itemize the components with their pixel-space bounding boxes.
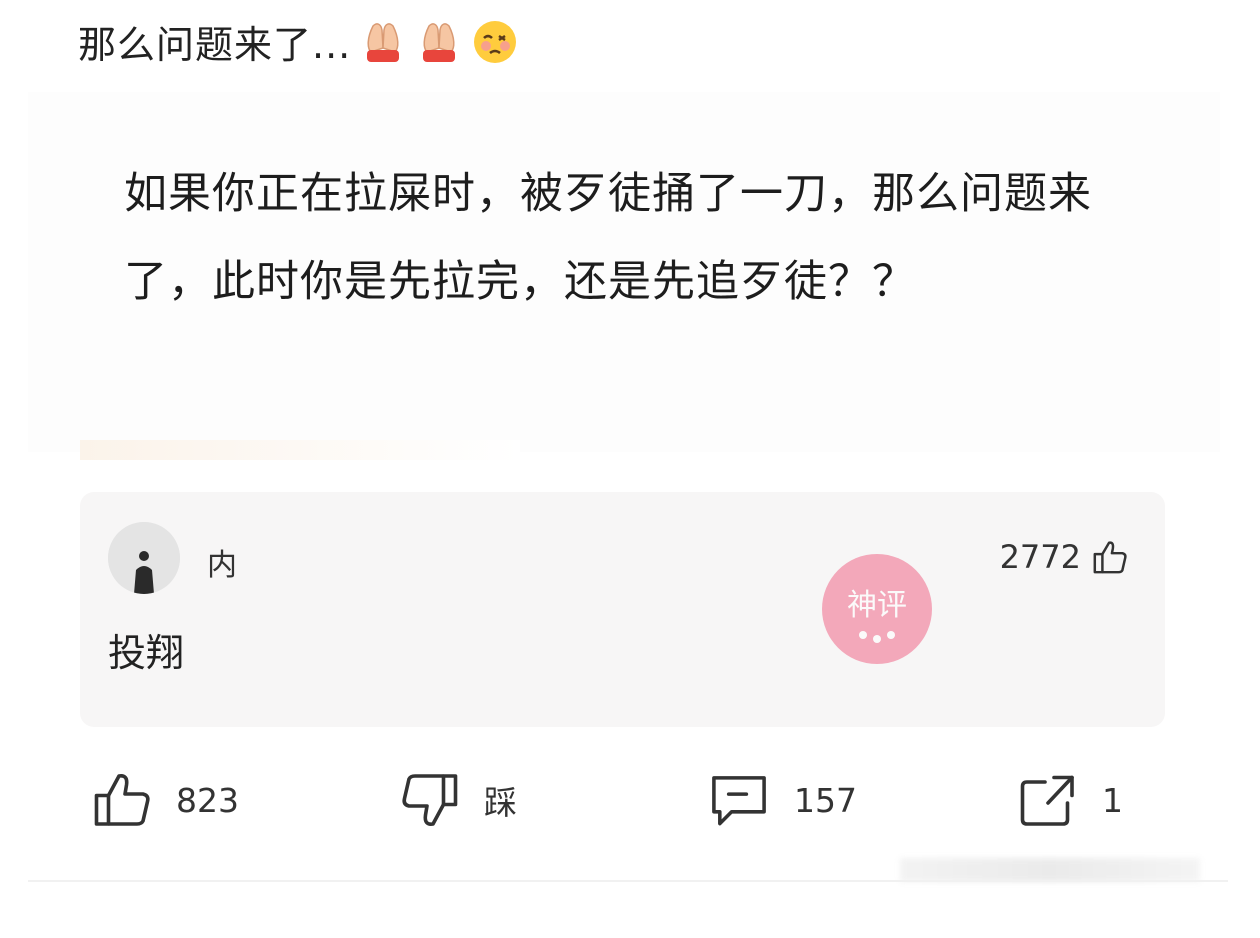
folded-hands-icon [415, 18, 463, 66]
comment-button[interactable]: 157 [708, 770, 857, 830]
title-emojis [359, 18, 519, 66]
dislike-label: 踩 [484, 783, 517, 822]
post-body: 如果你正在拉屎时，被歹徒捅了一刀，那么问题来了，此时你是先拉完，还是先追歹徒？？ [124, 169, 1092, 307]
stamp-text: 神评 [847, 588, 907, 623]
divider [80, 440, 520, 460]
divider [28, 880, 1228, 882]
comment-like-button[interactable]: 2772 [1000, 538, 1129, 576]
comment-text: 投翔 [108, 631, 185, 675]
post-title: 那么问题来了... [78, 14, 519, 69]
share-button[interactable]: 1 [1018, 770, 1123, 830]
comment-like-count: 2772 [999, 538, 1081, 576]
blurred-watermark [900, 858, 1200, 882]
woozy-face-icon [471, 18, 519, 66]
comment-count: 157 [794, 780, 857, 820]
comment-icon [708, 770, 770, 830]
action-bar: 823 踩 157 1 [0, 770, 1260, 840]
avatar[interactable] [108, 522, 180, 594]
dislike-button[interactable]: 踩 [400, 770, 517, 830]
folded-hands-icon [359, 18, 407, 66]
comment-username[interactable]: 内 [207, 540, 237, 584]
like-count: 823 [176, 780, 239, 820]
thumbs-up-icon [1091, 538, 1129, 576]
thumbs-up-icon [92, 770, 152, 830]
top-comment[interactable]: 内 投翔 神评 2772 [80, 492, 1165, 727]
post-title-text: 那么问题来了... [78, 23, 352, 67]
like-button[interactable]: 823 [92, 770, 239, 830]
share-count: 1 [1102, 780, 1123, 820]
thumbs-down-icon [400, 770, 460, 830]
hot-comment-stamp: 神评 [815, 547, 940, 672]
share-icon [1018, 770, 1078, 830]
